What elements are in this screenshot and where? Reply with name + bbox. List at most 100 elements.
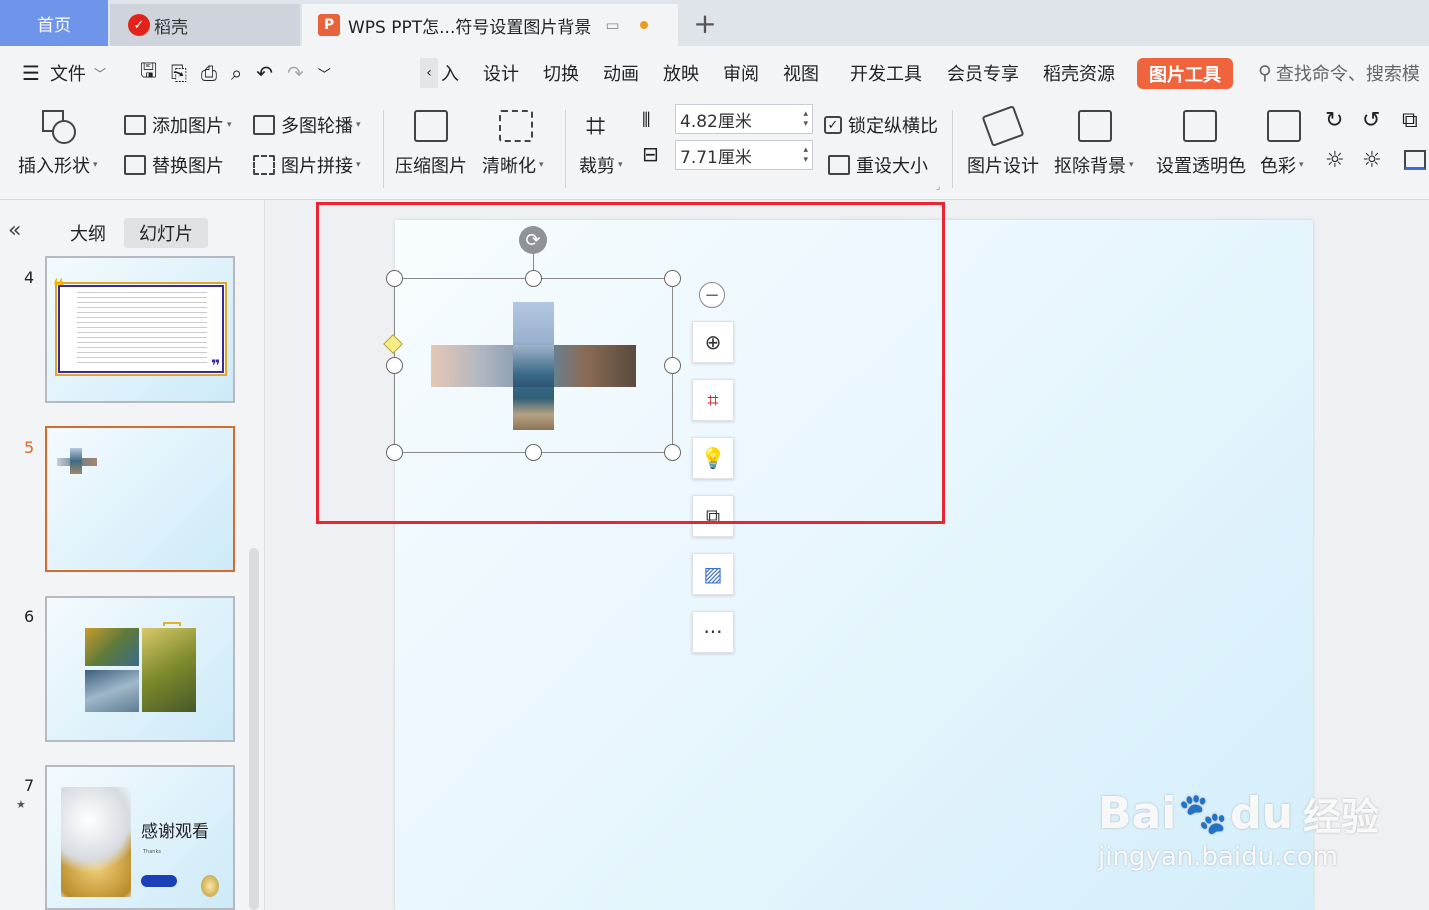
outline-tab-label: 大纲 [70, 224, 106, 245]
picture-tools-label: 图片工具 [1149, 64, 1221, 86]
print-preview-icon[interactable]: ⌕ [231, 61, 242, 85]
clarify-button[interactable]: 清晰化 ▾ [482, 152, 544, 178]
width-value: 7.71厘米 [680, 147, 752, 168]
dropdown-arrow-icon: ▾ [618, 160, 623, 170]
menu-label: 入 [441, 64, 459, 85]
export-icon[interactable]: ⎘ [171, 61, 187, 85]
tab-document[interactable]: P WPS PPT怎...符号设置图片背景 ▭ [302, 4, 678, 46]
gold-balloon [201, 875, 219, 897]
print-icon[interactable]: ⎙ [201, 61, 217, 85]
search-icon: ⚲ [1258, 62, 1272, 84]
compress-picture-button[interactable]: 压缩图片 [395, 152, 467, 178]
slide-number: 5 [24, 438, 35, 457]
ribbon-divider [565, 110, 566, 188]
save-icon[interactable]: 🖫 [140, 56, 157, 90]
undo-icon[interactable]: ↶ [256, 61, 273, 85]
picture-icon [124, 115, 146, 135]
slide-thumbnail-6[interactable] [45, 596, 235, 742]
menu-label: 稻壳资源 [1043, 64, 1115, 85]
cross-picture-thumb-vertical [70, 448, 82, 474]
menu-item-daoke-resources[interactable]: 稻壳资源 [1043, 60, 1115, 86]
slides-tab-label: 幻灯片 [139, 224, 193, 245]
border-icon[interactable] [1404, 150, 1426, 170]
menu-item-review[interactable]: 审阅 [723, 60, 759, 86]
replace-picture-button[interactable]: 替换图片 [124, 152, 224, 178]
fill-hatch-icon: ▨ [703, 562, 723, 586]
remove-background-button[interactable]: 抠除背景 ▾ [1054, 152, 1134, 178]
highlight-box [316, 202, 945, 524]
file-menu[interactable]: ☰ 文件 ﹀ [22, 60, 106, 86]
scroll-left-button[interactable]: ‹ [420, 58, 438, 88]
picture-collage-label: 图片拼接 [281, 156, 353, 177]
height-value: 4.82厘米 [680, 111, 752, 132]
quote-open-icon: ❝ [53, 274, 65, 298]
fill-button[interactable]: ▨ [692, 553, 734, 595]
collapse-panel-icon[interactable]: « [8, 218, 21, 243]
dialog-launcher-icon[interactable]: ⌟ [936, 182, 940, 192]
compress-label: 压缩图片 [395, 156, 467, 177]
picture-design-button[interactable]: 图片设计 [967, 152, 1039, 178]
spinner-icon[interactable]: ▴ ▾ [803, 145, 808, 165]
color-button[interactable]: 色彩 ▾ [1260, 152, 1304, 178]
menu-item-design[interactable]: 设计 [483, 60, 519, 86]
rotate-left-icon[interactable]: ↺ [1362, 108, 1380, 133]
watermark-jingyan: 经验 [1302, 795, 1379, 839]
crop-button[interactable]: 裁剪 ▾ [579, 152, 623, 178]
checkbox-checked-icon: ✓ [824, 116, 842, 134]
compress-picture-icon [414, 110, 448, 142]
slide-thumbnail-5[interactable] [45, 426, 235, 572]
thumbnail-text-lines [77, 292, 207, 364]
more-dots-icon: ··· [703, 620, 723, 644]
watermark-url: jingyan.baidu.com [1098, 842, 1338, 872]
picture-design-label: 图片设计 [967, 156, 1039, 177]
menu-item-slideshow[interactable]: 放映 [663, 60, 699, 86]
menu-item-view[interactable]: 视图 [783, 60, 819, 86]
dropdown-arrow-icon: ▾ [1129, 160, 1134, 170]
tab-outline[interactable]: 大纲 [58, 218, 118, 248]
command-search[interactable]: ⚲ 查找命令、搜索模 [1258, 60, 1420, 86]
picture-effect-icon[interactable]: ⧉ [1402, 108, 1418, 133]
dropdown-arrow-icon: ▾ [539, 160, 544, 170]
tab-slides[interactable]: 幻灯片 [124, 218, 208, 248]
menu-item-picture-tools[interactable]: 图片工具 [1137, 58, 1233, 89]
clarify-label: 清晰化 [482, 156, 536, 177]
width-input[interactable]: 7.71厘米 ▴ ▾ [675, 140, 813, 170]
search-placeholder: 查找命令、搜索模 [1275, 64, 1420, 85]
set-transparent-button[interactable]: 设置透明色 [1156, 152, 1246, 178]
menu-label: 会员专享 [947, 64, 1019, 85]
tab-home[interactable]: 首页 [0, 0, 108, 46]
spinner-icon[interactable]: ▴ ▾ [803, 109, 808, 129]
daoke-logo-icon: ✓ [128, 14, 150, 36]
menu-label: 审阅 [723, 64, 759, 85]
menu-item-transition[interactable]: 切换 [543, 60, 579, 86]
brightness-up-icon[interactable]: ☼ [1325, 148, 1345, 173]
height-input[interactable]: 4.82厘米 ▴ ▾ [675, 104, 813, 134]
menu-item-animation[interactable]: 动画 [603, 60, 639, 86]
new-tab-button[interactable]: + [688, 6, 722, 40]
menu-item-developer[interactable]: 开发工具 [850, 60, 922, 86]
redo-icon[interactable]: ↷ [287, 61, 304, 85]
insert-shape-icon [40, 108, 78, 144]
customize-icon[interactable]: ﹀ [318, 64, 331, 83]
insert-shape-button[interactable]: 插入形状 ▾ [18, 152, 98, 178]
slide-thumbnail-7[interactable]: 感谢观看 Thanks [45, 765, 235, 910]
picture-collage-button[interactable]: 图片拼接 ▾ [253, 152, 361, 178]
dropdown-arrow-icon: ▾ [1299, 160, 1304, 170]
replace-picture-icon [124, 155, 146, 175]
reset-size-button[interactable]: 重设大小 [828, 152, 928, 178]
menu-item-insert[interactable]: 入 [441, 60, 459, 86]
height-icon: ⫴ [642, 108, 651, 132]
more-options-button[interactable]: ··· [692, 611, 734, 653]
panel-scrollbar[interactable] [249, 548, 259, 910]
rotate-right-icon[interactable]: ↻ [1325, 108, 1343, 133]
multi-carousel-button[interactable]: 多图轮播 ▾ [253, 112, 361, 138]
lock-aspect-ratio-checkbox[interactable]: ✓ 锁定纵横比 [824, 112, 938, 138]
slide7-subtitle: Thanks [143, 849, 161, 855]
slide-thumbnail-4[interactable]: ❝ ❞ [45, 256, 235, 403]
lock-ratio-label: 锁定纵横比 [848, 116, 938, 137]
tab-daoke[interactable]: ✓ 稻壳 [110, 4, 300, 46]
brightness-down-icon[interactable]: ☼ [1362, 148, 1382, 173]
add-picture-button[interactable]: 添加图片 ▾ [124, 112, 232, 138]
set-transparent-icon [1183, 110, 1217, 142]
menu-item-member[interactable]: 会员专享 [947, 60, 1019, 86]
